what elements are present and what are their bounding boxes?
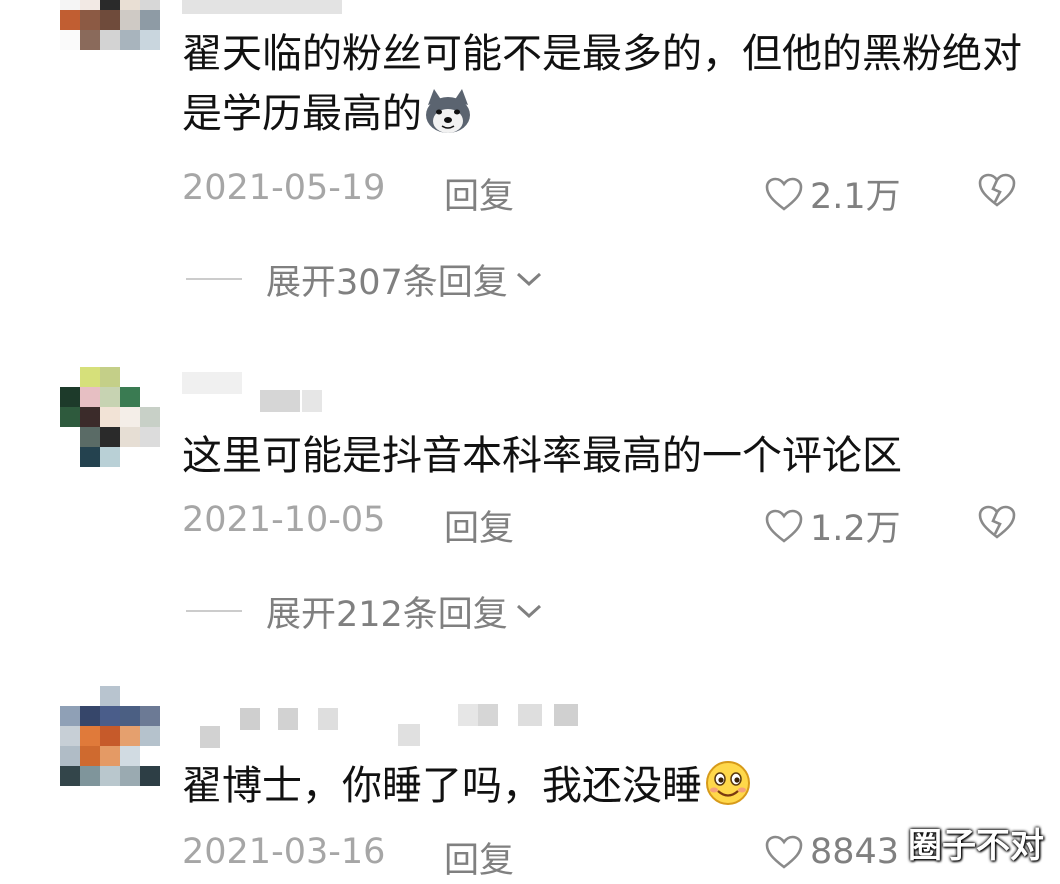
like-button[interactable]: 8843 <box>764 832 899 872</box>
comment-meta: 2021-05-19 回复 2.1万 <box>182 168 1022 218</box>
chevron-down-icon <box>516 272 541 287</box>
username-blurred[interactable] <box>182 0 382 16</box>
reply-button[interactable]: 回复 <box>444 168 514 219</box>
husky-doge-emoji <box>426 89 470 133</box>
reply-button[interactable]: 回复 <box>444 832 514 883</box>
like-count: 8843 <box>810 832 900 872</box>
broken-heart-icon[interactable] <box>977 172 1017 208</box>
chevron-down-icon <box>516 604 541 619</box>
like-button[interactable]: 2.1万 <box>764 168 901 219</box>
like-button[interactable]: 1.2万 <box>764 500 901 551</box>
expand-replies-label: 展开212条回复 <box>266 594 508 635</box>
comment-date: 2021-05-19 <box>182 168 386 208</box>
comment-text: 翟天临的粉丝可能不是最多的，但他的黑粉绝对是学历最高的 <box>182 31 1022 137</box>
broken-heart-icon[interactable] <box>977 504 1017 540</box>
divider-line <box>186 278 242 280</box>
heart-outline-icon <box>765 177 803 211</box>
avatar[interactable] <box>60 0 160 70</box>
expand-replies-label: 展开307条回复 <box>266 262 508 303</box>
avatar[interactable] <box>60 686 160 786</box>
expand-replies-button[interactable]: 展开212条回复 <box>186 586 544 636</box>
comment-date: 2021-10-05 <box>182 500 386 540</box>
heart-outline-icon <box>765 835 803 869</box>
watermark: 圈子不对 <box>908 826 1044 866</box>
username-blurred[interactable] <box>182 704 602 748</box>
reply-button[interactable]: 回复 <box>444 500 514 551</box>
avatar[interactable] <box>60 367 160 467</box>
comment-text: 这里可能是抖音本科率最高的一个评论区 <box>182 433 902 479</box>
comment-meta: 2021-03-16 回复 8843 <box>182 832 1022 882</box>
comment-text: 翟博士，你睡了吗，我还没睡 <box>182 756 1022 816</box>
username-blurred[interactable] <box>182 372 342 412</box>
heart-outline-icon <box>765 509 803 543</box>
comment-date: 2021-03-16 <box>182 832 386 872</box>
divider-line <box>186 610 242 612</box>
like-count: 2.1万 <box>810 177 901 217</box>
expand-replies-button[interactable]: 展开307条回复 <box>186 254 544 304</box>
like-count: 1.2万 <box>810 509 901 549</box>
comment-meta: 2021-10-05 回复 1.2万 <box>182 500 1022 550</box>
smile-emoji <box>706 761 750 805</box>
